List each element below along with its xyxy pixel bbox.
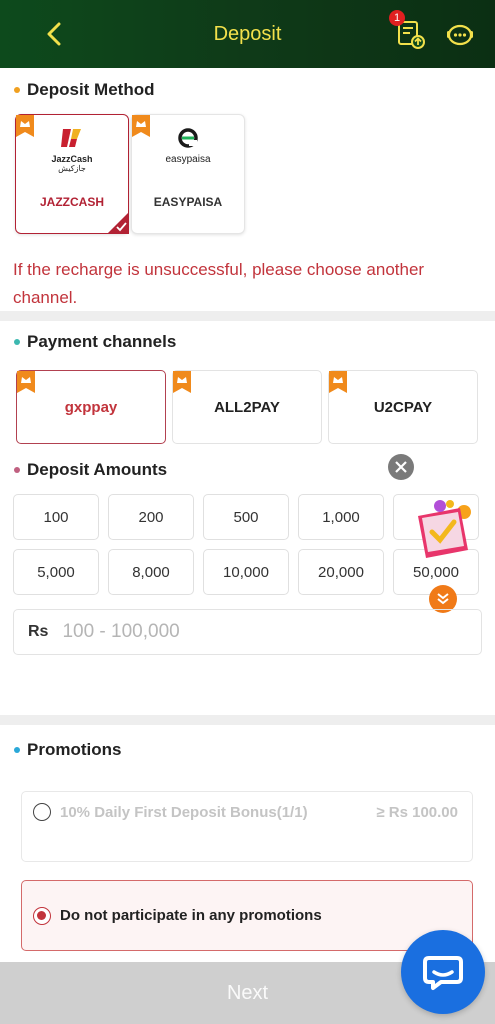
payment-channels-heading: Payment channels	[14, 332, 176, 352]
channel-gxppay[interactable]: gxppay	[16, 370, 166, 444]
section-dot	[14, 467, 20, 473]
promo-option-none[interactable]: Do not participate in any promotions	[21, 880, 473, 951]
channel-warning-text: If the recharge is unsuccessful, please …	[13, 260, 425, 307]
amount-option[interactable]: 10,000	[203, 549, 289, 595]
customer-service-icon	[447, 24, 473, 46]
method-easypaisa[interactable]: easypaisa EASYPAISA	[131, 114, 245, 234]
promotions-heading: Promotions	[14, 740, 121, 760]
radio-dot	[37, 911, 46, 920]
amount-input-container: Rs	[13, 609, 482, 655]
jazzcash-logo-text: JazzCash	[51, 154, 93, 164]
live-chat-button[interactable]	[401, 930, 485, 1014]
amount-option[interactable]: 200	[108, 494, 194, 540]
jazzcash-logo-subtext: جازکیش	[58, 164, 86, 173]
jazzcash-logo: JazzCash جازکیش	[16, 127, 128, 174]
amount-option[interactable]: 8,000	[108, 549, 194, 595]
method-label-easypaisa: EASYPAISA	[153, 195, 223, 209]
channel-label: gxppay	[64, 398, 118, 416]
channel-u2cpay[interactable]: U2CPAY	[328, 370, 478, 444]
section-dot	[14, 339, 20, 345]
promo-label: Do not participate in any promotions	[60, 907, 322, 924]
amount-option[interactable]: 1,000	[298, 494, 384, 540]
easypaisa-logo-text: easypaisa	[165, 154, 211, 165]
chat-bubble-icon	[423, 956, 463, 990]
page-title: Deposit	[213, 22, 282, 45]
promotions-title: Promotions	[27, 740, 122, 759]
amount-input[interactable]	[62, 621, 443, 643]
back-button[interactable]	[36, 18, 72, 50]
deposit-amounts-heading: Deposit Amounts	[14, 460, 167, 480]
crown-tag-icon	[173, 371, 191, 393]
channel-label: U2CPAY	[373, 398, 433, 416]
currency-label: Rs	[28, 623, 49, 640]
promo-min-amount: ≥ Rs 100.00	[376, 804, 458, 821]
amount-option[interactable]: 5,000	[13, 549, 99, 595]
section-dot	[14, 87, 20, 93]
payment-channels-title: Payment channels	[27, 332, 177, 351]
app-header: Deposit 1	[0, 0, 495, 68]
deposit-amounts-title: Deposit Amounts	[27, 460, 168, 479]
customer-service-button[interactable]	[440, 14, 480, 54]
amount-option[interactable]: 500	[203, 494, 289, 540]
section-divider	[0, 311, 495, 321]
close-icon	[395, 461, 407, 473]
jazzcash-logo-icon	[61, 129, 81, 147]
promo-label: 10% Daily First Deposit Bonus(1/1)	[60, 804, 308, 821]
chevron-left-icon	[47, 22, 61, 46]
checkmark-icon	[107, 212, 129, 234]
gift-promo-floating-button[interactable]	[410, 494, 482, 566]
radio-button-selected[interactable]	[33, 907, 51, 925]
notification-badge: 1	[389, 10, 405, 26]
method-label-jazzcash: JAZZCASH	[39, 195, 104, 209]
promo-option-daily-bonus[interactable]: 10% Daily First Deposit Bonus(1/1) ≥ Rs …	[21, 791, 473, 862]
double-chevron-down-icon	[437, 593, 449, 605]
deposit-method-title: Deposit Method	[27, 80, 155, 99]
crown-tag-icon	[17, 371, 35, 393]
gift-icon	[418, 500, 471, 558]
deposit-method-heading: Deposit Method	[14, 80, 155, 100]
close-floating-button[interactable]	[388, 454, 414, 480]
amount-option[interactable]: 20,000	[298, 549, 384, 595]
amount-option[interactable]: 100	[13, 494, 99, 540]
easypaisa-logo: easypaisa	[132, 127, 244, 165]
method-jazzcash[interactable]: JazzCash جازکیش JAZZCASH	[15, 114, 129, 234]
radio-button[interactable]	[33, 803, 51, 821]
section-dot	[14, 747, 20, 753]
section-divider	[0, 715, 495, 725]
channel-label: ALL2PAY	[214, 398, 280, 416]
channel-all2pay[interactable]: ALL2PAY	[172, 370, 322, 444]
crown-tag-icon	[329, 371, 347, 393]
easypaisa-logo-icon	[178, 128, 198, 148]
